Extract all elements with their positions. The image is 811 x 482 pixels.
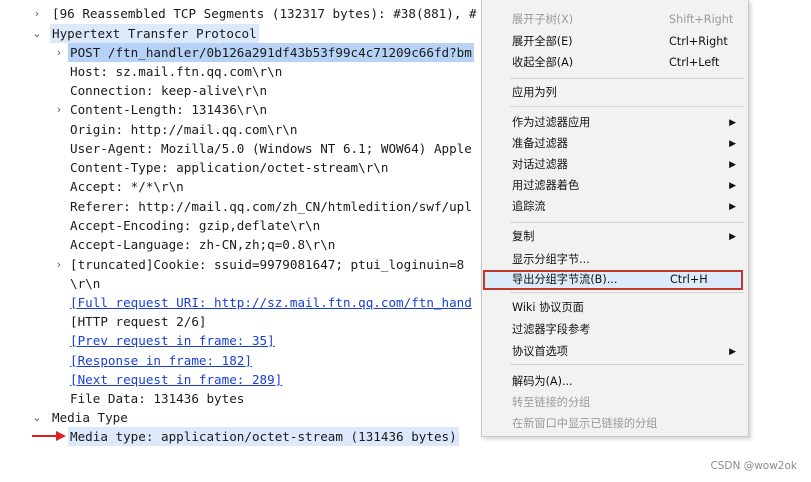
menu-item-label: 收起全部(A) [512,56,574,69]
tree-row-text: Accept: */*\r\n [70,179,184,194]
menu-item-label: Wiki 协议页面 [512,301,584,314]
menu-item[interactable]: 准备过滤器 ▶ [482,134,748,154]
menu-item[interactable]: 解码为(A)... [482,372,748,392]
tree-row-text: Accept-Encoding: gzip,deflate\r\n [70,218,321,233]
tree-row-link[interactable]: [Prev request in frame: 35] [68,331,277,350]
menu-item-label: 作为过滤器应用 [512,116,591,129]
menu-item-shortcut: Ctrl+H [670,273,708,286]
tree-row-text: \r\n [70,276,101,291]
menu-item-export-bytes[interactable]: 导出分组字节流(B)... Ctrl+H [483,270,743,290]
menu-item-shortcut: Ctrl+Right [669,35,728,48]
menu-item[interactable]: 显示分组字节... [482,250,748,270]
submenu-arrow-icon: ▶ [729,347,736,357]
tree-row-text: Referer: http://mail.qq.com/zh_CN/htmled… [70,199,472,214]
tree-row-text: POST /ftn_handler/0b126a291df43b53f99c4c… [68,43,474,62]
tree-row-text: Content-Length: 131436\r\n [70,102,268,117]
tree-row-link[interactable]: [Full request URI: http://sz.mail.ftn.qq… [68,293,474,312]
watermark: CSDN @wow2ok [710,460,797,472]
menu-item-label: 导出分组字节流(B)... [512,273,618,286]
menu-item[interactable]: 过滤器字段参考 [482,320,748,340]
chevron-down-icon[interactable]: ⌄ [30,24,44,43]
menu-item[interactable]: 展开全部(E) Ctrl+Right [482,32,748,52]
chevron-right-icon[interactable]: › [30,4,44,23]
tree-row-text: Hypertext Transfer Protocol [50,24,259,43]
menu-item-shortcut: Shift+Right [669,13,734,26]
menu-item-label: 展开全部(E) [512,35,573,48]
menu-item-label: 显示分组字节... [512,253,590,266]
menu-item-label: 解码为(A)... [512,375,573,388]
tree-row-text: Origin: http://mail.qq.com\r\n [70,122,298,137]
menu-item[interactable]: 展开子树(X) Shift+Right [482,10,748,30]
menu-separator [510,292,744,293]
menu-item-label: 复制 [512,230,535,243]
submenu-arrow-icon: ▶ [729,118,736,128]
menu-separator [510,222,744,223]
menu-separator [510,106,744,107]
menu-item[interactable]: 用过滤器着色 ▶ [482,176,748,196]
menu-item[interactable]: 转至链接的分组 [482,393,748,413]
chevron-right-icon[interactable]: › [52,100,66,119]
menu-item[interactable]: 复制 ▶ [482,227,748,247]
submenu-arrow-icon: ▶ [729,160,736,170]
menu-item-label: 过滤器字段参考 [512,323,591,336]
tree-row-link[interactable]: [Next request in frame: 289] [68,370,284,389]
menu-item[interactable]: 对话过滤器 ▶ [482,155,748,175]
menu-item-label: 协议首选项 [512,345,568,358]
menu-item[interactable]: 在新窗口中显示已链接的分组 [482,414,748,434]
tree-row-text: Content-Type: application/octet-stream\r… [70,160,389,175]
menu-separator [510,364,744,365]
tree-row-text: Accept-Language: zh-CN,zh;q=0.8\r\n [70,237,336,252]
menu-item-label: 在新窗口中显示已链接的分组 [512,417,658,430]
tree-row-text: Host: sz.mail.ftn.qq.com\r\n [70,64,283,79]
tree-row-text: [truncated]Cookie: ssuid=9979081647; ptu… [70,257,465,272]
tree-row-text: [HTTP request 2/6] [70,314,207,329]
menu-item[interactable]: Wiki 协议页面 [482,298,748,318]
menu-item-label: 转至链接的分组 [512,396,591,409]
chevron-right-icon[interactable]: › [52,43,66,62]
tree-row-text: File Data: 131436 bytes [70,391,245,406]
menu-item-label: 应用为列 [512,86,557,99]
menu-item[interactable]: 应用为列 [482,83,748,103]
tree-row-link[interactable]: [Response in frame: 182] [68,351,254,370]
menu-item-shortcut: Ctrl+Left [669,56,720,69]
tree-row-text: [96 Reassembled TCP Segments (132317 byt… [52,6,477,21]
submenu-arrow-icon: ▶ [729,139,736,149]
submenu-arrow-icon: ▶ [729,202,736,212]
tree-row-text: Media type: application/octet-stream (13… [68,427,459,446]
chevron-right-icon[interactable]: › [52,255,66,274]
submenu-arrow-icon: ▶ [729,181,736,191]
menu-item-label: 准备过滤器 [512,137,568,150]
menu-item[interactable]: 协议首选项 ▶ [482,342,748,362]
tree-row-text: Connection: keep-alive\r\n [70,83,268,98]
menu-item[interactable]: 作为过滤器应用 ▶ [482,113,748,133]
red-arrow-icon [32,431,66,441]
tree-row-text: Media Type [52,410,128,425]
tree-row-text: User-Agent: Mozilla/5.0 (Windows NT 6.1;… [70,141,472,156]
context-menu[interactable]: 展开子树(X) Shift+Right 展开全部(E) Ctrl+Right 收起全部(… [481,0,749,437]
menu-item-label: 对话过滤器 [512,158,568,171]
menu-item-label: 展开子树(X) [512,13,574,26]
menu-item[interactable]: 收起全部(A) Ctrl+Left [482,53,748,73]
menu-item-label: 用过滤器着色 [512,179,580,192]
menu-separator [510,78,744,79]
submenu-arrow-icon: ▶ [729,232,736,242]
menu-item[interactable]: 追踪流 ▶ [482,197,748,217]
menu-item-label: 追踪流 [512,200,546,213]
chevron-down-icon[interactable]: ⌄ [30,408,44,427]
